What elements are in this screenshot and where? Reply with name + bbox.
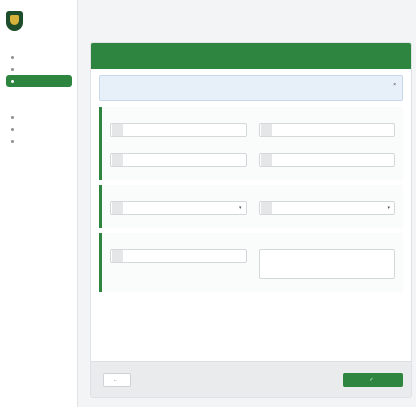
form-field	[258, 243, 396, 286]
form-note	[99, 298, 403, 306]
nav-dot-icon	[11, 79, 14, 83]
sidebar-subitem-2[interactable]	[14, 99, 72, 111]
text-input[interactable]	[110, 123, 247, 137]
sidebar-item-2[interactable]	[6, 63, 72, 75]
nav-dot-icon	[11, 55, 14, 59]
text-input[interactable]	[110, 153, 247, 167]
form-field	[258, 147, 396, 174]
nav-dot-icon	[11, 67, 14, 71]
field-help	[259, 279, 396, 286]
field-icon	[260, 154, 272, 166]
section-fields	[110, 243, 395, 286]
notes-textarea[interactable]	[258, 249, 395, 279]
text-input[interactable]	[110, 249, 247, 263]
sidebar-item-6[interactable]	[6, 111, 72, 123]
sidebar	[0, 0, 78, 407]
nav-dot-icon	[11, 115, 14, 119]
field-help	[110, 263, 247, 270]
form-field	[110, 147, 247, 174]
form-card: × ▾ ▾ ← ✓	[90, 42, 412, 398]
field-icon	[260, 202, 272, 214]
chevron-down-icon: ▾	[238, 205, 242, 211]
form-field	[110, 243, 247, 286]
field-help	[259, 137, 396, 144]
form-footer: ← ✓	[91, 361, 411, 397]
form-field: ▾	[258, 195, 396, 222]
check-icon: ✓	[369, 377, 374, 383]
text-input[interactable]	[258, 123, 395, 137]
field-icon	[112, 250, 123, 262]
field-help	[259, 167, 396, 174]
select-field[interactable]: ▾	[258, 201, 395, 215]
submit-button[interactable]: ✓	[343, 373, 403, 387]
sidebar-item-7[interactable]	[6, 123, 72, 135]
text-input[interactable]	[258, 153, 395, 167]
select-field[interactable]: ▾	[110, 201, 247, 215]
field-help	[110, 137, 247, 144]
close-icon[interactable]: ×	[393, 82, 396, 88]
sidebar-item-1[interactable]	[6, 51, 72, 63]
sidebar-group-label	[6, 42, 72, 51]
form-section-1	[99, 107, 403, 180]
field-icon	[260, 124, 272, 136]
field-icon	[112, 124, 123, 136]
info-alert: ×	[99, 75, 403, 101]
field-icon	[112, 202, 123, 214]
nav-dot-icon	[11, 127, 14, 131]
form-field	[110, 117, 247, 144]
sidebar-nav	[0, 42, 78, 147]
chevron-down-icon: ▾	[387, 205, 390, 211]
section-fields	[110, 117, 395, 174]
sidebar-subitem-1[interactable]	[14, 87, 72, 99]
field-help	[110, 167, 247, 174]
back-button[interactable]: ←	[103, 373, 131, 387]
section-fields: ▾ ▾	[110, 195, 395, 222]
sidebar-item-active[interactable]	[6, 75, 72, 87]
form-field: ▾	[110, 195, 247, 222]
field-help	[110, 215, 247, 222]
back-arrow-icon: ←	[113, 377, 118, 383]
form-header	[91, 43, 411, 69]
shield-logo-icon	[6, 11, 23, 31]
field-icon	[112, 154, 123, 166]
sidebar-item-8[interactable]	[6, 135, 72, 147]
form-section-3	[99, 233, 403, 292]
form-field	[258, 117, 396, 144]
main-area: × ▾ ▾ ← ✓	[78, 0, 416, 407]
nav-dot-icon	[11, 139, 14, 143]
field-help	[259, 215, 396, 222]
form-section-2: ▾ ▾	[99, 185, 403, 228]
